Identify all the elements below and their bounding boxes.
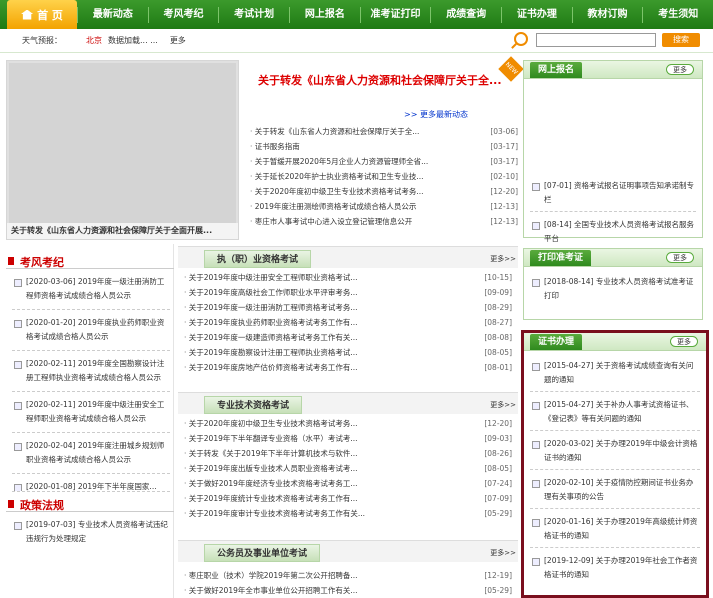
- list-item[interactable]: 关于转发《关于2019年下半年计算机技术与软件...[08-26]: [184, 446, 512, 461]
- list-item[interactable]: 枣庄市人事考试中心进入设立登记管理信息公开[12-13]: [250, 214, 518, 229]
- list-item[interactable]: [2019-07-03] 专业技术人员资格考试违纪违规行为处理规定: [12, 518, 170, 552]
- discipline-title: 考风考纪: [20, 256, 64, 269]
- weather-more-link[interactable]: 更多: [170, 35, 186, 46]
- list-item[interactable]: [2015-04-27] 关于资格考试成绩查询有关问题的通知: [530, 359, 700, 392]
- list-item[interactable]: 证书服务指南[03-17]: [250, 139, 518, 154]
- section-licensure: 执（职）业资格考试 更多>> 关于2019年度中级注册安全工程师职业资格考试...…: [178, 246, 518, 375]
- search-input[interactable]: [536, 33, 656, 47]
- nav-item-news[interactable]: 最新动态: [77, 6, 148, 23]
- list-item[interactable]: 2019年度注册测绘师资格考试成绩合格人员公示[12-13]: [250, 199, 518, 214]
- list-item[interactable]: 关于延长2020年护士执业资格考试和卫生专业技...[02-10]: [250, 169, 518, 184]
- weather-label: 天气预报：: [22, 36, 62, 45]
- cert-more-button[interactable]: 更多: [670, 336, 698, 347]
- list-item[interactable]: [2019-12-09] 关于办理2019年社会工作者资格证书的通知: [530, 554, 700, 582]
- list-item[interactable]: 关于暂缓开展2020年5月企业人力资源管理师全省...[03-17]: [250, 154, 518, 169]
- list-item[interactable]: 关于做好2019年度经济专业技术资格考试考务工...[07-24]: [184, 476, 512, 491]
- weather-bar: 天气预报： 北京 数据加载... ... 更多 搜索: [0, 29, 713, 53]
- list-item[interactable]: 关于2019年度勘察设计注册工程师执业资格考试...[08-05]: [184, 345, 512, 360]
- list-item[interactable]: 关于2020年度初中级卫生专业技术资格考试考务...[12-20]: [184, 416, 512, 431]
- section-title: 执（职）业资格考试: [204, 250, 312, 268]
- slideshow[interactable]: 关于转发《山东省人力资源和社会保障厅关于全面开展...: [6, 60, 239, 240]
- list-item[interactable]: [2018-08-14] 专业技术人员资格考试准考证打印: [530, 275, 696, 303]
- cert-title: 证书办理: [530, 334, 583, 350]
- list-item[interactable]: [2020-01-20] 2019年度执业药师职业资格考试成绩合格人员公示: [12, 316, 170, 351]
- list-item[interactable]: [08-14] 全国专业技术人员资格考试报名服务平台: [530, 218, 696, 246]
- nav-item-books[interactable]: 教材订购: [571, 6, 643, 23]
- nav-item-cert[interactable]: 证书办理: [501, 6, 572, 23]
- list-item[interactable]: 关于2019年度中级注册安全工程师职业资格考试...[10-15]: [184, 270, 512, 285]
- policy-title: 政策法规: [20, 499, 64, 512]
- ticket-title: 打印准考证: [530, 250, 592, 266]
- list-item[interactable]: [2020-02-10] 关于疫情防控期间证书业务办理有关事项的公告: [530, 476, 700, 509]
- nav-item-register[interactable]: 网上报名: [289, 6, 360, 23]
- section-more-link[interactable]: 更多>>: [490, 254, 516, 264]
- list-item[interactable]: 关于2019年度出版专业技术人员职业资格考试考...[08-05]: [184, 461, 512, 476]
- home-icon: [21, 9, 34, 20]
- slideshow-caption[interactable]: 关于转发《山东省人力资源和社会保障厅关于全面开展...: [7, 223, 238, 239]
- list-item[interactable]: 关于做好2019年全市事业单位公开招聘工作有关...[05-29]: [184, 583, 512, 598]
- list-item[interactable]: 关于2019年度统计专业技术资格考试考务工作有...[07-09]: [184, 491, 512, 506]
- section-title: 专业技术资格考试: [204, 396, 303, 414]
- list-item[interactable]: [2015-04-27] 关于补办人事考试资格证书、《登记表》等有关问题的通知: [530, 398, 700, 431]
- list-item[interactable]: 关于2019年度房地产估价师资格考试考务工作有...[08-01]: [184, 360, 512, 375]
- list-item[interactable]: 关于2019年度一级注册消防工程师资格考试考务...[08-29]: [184, 300, 512, 315]
- list-item[interactable]: [2020-02-11] 2019年度全国勘察设计注册工程师执业资格考试成绩合格…: [12, 357, 170, 392]
- list-item[interactable]: [2020-03-06] 2019年度一级注册消防工程师资格考试成绩合格人员公示: [12, 275, 170, 310]
- section-more-link[interactable]: 更多>>: [490, 548, 516, 558]
- search-icon: [514, 32, 528, 46]
- cert-panel: 证书办理 更多 [2015-04-27] 关于资格考试成绩查询有关问题的通知 [2…: [521, 330, 709, 598]
- list-item[interactable]: 关于2019年度审计专业技术资格考试考务工作有关...[05-29]: [184, 506, 512, 521]
- ticket-panel: 打印准考证 更多 [2018-08-14] 专业技术人员资格考试准考证打印: [523, 248, 703, 320]
- list-item[interactable]: 关于转发《山东省人力资源和社会保障厅关于全...[03-06]: [250, 124, 518, 139]
- headline-title[interactable]: 关于转发《山东省人力资源和社会保障厅关于全...: [258, 72, 513, 88]
- nav-item-plan[interactable]: 考试计划: [218, 6, 289, 23]
- page: 首 页 最新动态 考风考纪 考试计划 网上报名 准考证打印 成绩查询 证书办理 …: [0, 0, 713, 598]
- list-item[interactable]: [2020-02-04] 2019年度注册城乡规划师职业资格考试成绩合格人员公示: [12, 439, 170, 474]
- list-item[interactable]: 关于2019年度执业药师职业资格考试考务工作有...[08-27]: [184, 315, 512, 330]
- list-item[interactable]: 关于2019年度高级社会工作师职业水平评审考务...[09-09]: [184, 285, 512, 300]
- section-more-link[interactable]: 更多>>: [490, 400, 516, 410]
- list-item[interactable]: 关于2019年度一级建造师资格考试考务工作有关...[08-08]: [184, 330, 512, 345]
- section-marker: [8, 500, 14, 508]
- section-title: 公务员及事业单位考试: [204, 544, 321, 562]
- search-button[interactable]: 搜索: [662, 33, 700, 47]
- section-civil-service: 公务员及事业单位考试 更多>> 枣庄职业（技术）学院2019年第二次公开招聘备..…: [178, 540, 518, 598]
- weather-status: 数据加载... ...: [108, 36, 158, 45]
- online-more-button[interactable]: 更多: [666, 64, 694, 75]
- online-title: 网上报名: [530, 62, 583, 78]
- list-item[interactable]: [2020-03-02] 关于办理2019年中级会计资格证书的通知: [530, 437, 700, 470]
- ticket-more-button[interactable]: 更多: [666, 252, 694, 263]
- nav-item-score[interactable]: 成绩查询: [430, 6, 501, 23]
- list-item[interactable]: 关于2019年下半年翻译专业资格（水平）考试考...[09-03]: [184, 431, 512, 446]
- nav-item-ticket[interactable]: 准考证打印: [359, 6, 431, 23]
- headline: 关于转发《山东省人力资源和社会保障厅关于全... NEW: [244, 56, 524, 100]
- list-item[interactable]: [2020-01-08] 2019年下半年度国家...: [12, 480, 170, 492]
- slideshow-image[interactable]: [9, 63, 236, 223]
- nav-item-discipline[interactable]: 考风考纪: [147, 6, 219, 23]
- online-panel: 网上报名 更多 [07-01] 资格考试报名证明事项告知承诺制专栏 [08-14]…: [523, 60, 703, 243]
- nav-item-notice[interactable]: 考生须知: [642, 6, 713, 23]
- main-nav: 首 页 最新动态 考风考纪 考试计划 网上报名 准考证打印 成绩查询 证书办理 …: [0, 0, 713, 29]
- list-item[interactable]: 关于2020年度初中级卫生专业技术资格考试考务...[12-20]: [250, 184, 518, 199]
- discipline-panel: 考风考纪 [2020-03-06] 2019年度一级注册消防工程师资格考试成绩合…: [6, 253, 174, 598]
- section-professional: 专业技术资格考试 更多>> 关于2020年度初中级卫生专业技术资格考试考务...[…: [178, 392, 518, 521]
- section-marker: [8, 257, 14, 265]
- news-list: 关于转发《山东省人力资源和社会保障厅关于全...[03-06] 证书服务指南[0…: [250, 124, 518, 229]
- list-item[interactable]: 枣庄职业（技术）学院2019年第二次公开招聘备...[12-19]: [184, 568, 512, 583]
- list-item[interactable]: [2020-02-11] 2019年度中级注册安全工程师职业资格考试成绩合格人员…: [12, 398, 170, 433]
- weather-city[interactable]: 北京: [86, 35, 102, 46]
- list-item[interactable]: [07-01] 资格考试报名证明事项告知承诺制专栏: [530, 179, 696, 212]
- more-news-link[interactable]: >> 更多最新动态: [404, 109, 468, 120]
- list-item[interactable]: [2020-01-16] 关于办理2019年高级统计师资格证书的通知: [530, 515, 700, 548]
- nav-home[interactable]: 首 页: [7, 0, 77, 29]
- nav-home-label: 首 页: [37, 8, 63, 22]
